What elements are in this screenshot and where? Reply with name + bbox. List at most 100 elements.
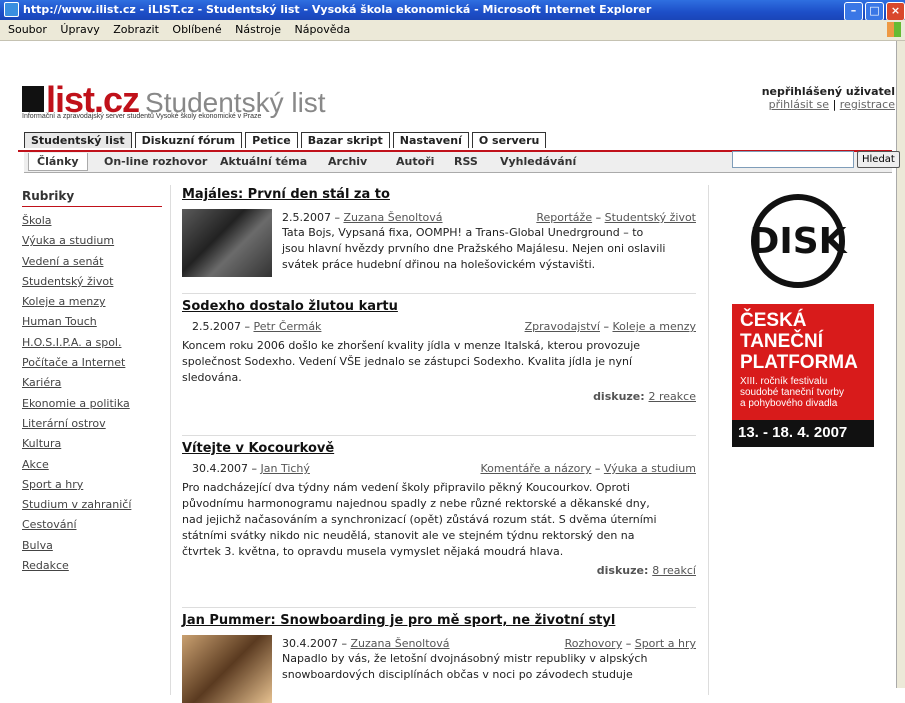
user-box: nepřihlášený uživatel přihlásit se | reg… bbox=[762, 85, 895, 111]
sidebar-item-human-touch[interactable]: Human Touch bbox=[22, 312, 162, 332]
category-link[interactable]: Reportáže bbox=[536, 211, 592, 224]
sidebar-item-skola[interactable]: Škola bbox=[22, 211, 162, 231]
right-column: DISK bbox=[726, 191, 848, 295]
sidebar-heading: Rubriky bbox=[22, 189, 162, 207]
author-link[interactable]: Zuzana Šenoltová bbox=[350, 637, 449, 650]
close-button[interactable]: × bbox=[886, 2, 905, 20]
menu-upravy[interactable]: Úpravy bbox=[60, 23, 99, 36]
tab-petice[interactable]: Petice bbox=[245, 132, 298, 148]
subtab-clanky[interactable]: Články bbox=[28, 153, 88, 171]
discussion: diskuze: 2 reakce bbox=[182, 390, 696, 403]
menu-nastroje[interactable]: Nástroje bbox=[235, 23, 281, 36]
subtab-rss[interactable]: RSS bbox=[454, 155, 478, 168]
category-link[interactable]: Výuka a studium bbox=[604, 462, 696, 475]
sidebar-item-hosipa[interactable]: H.O.S.I.P.A. a spol. bbox=[22, 333, 162, 353]
tab-nastaveni[interactable]: Nastavení bbox=[392, 132, 469, 148]
sidebar-item-vedeni[interactable]: Vedení a senát bbox=[22, 252, 162, 272]
window-title: http://www.ilist.cz - iLIST.cz - Student… bbox=[23, 3, 652, 16]
author-link[interactable]: Jan Tichý bbox=[260, 462, 309, 475]
article-thumbnail[interactable] bbox=[182, 209, 272, 277]
subtab-vyhledavani[interactable]: Vyhledávání bbox=[500, 155, 576, 168]
article: Jan Pummer: Snowboarding je pro mě sport… bbox=[182, 613, 696, 703]
sidebar-item-cestovani[interactable]: Cestování bbox=[22, 515, 162, 535]
separator: – bbox=[625, 637, 632, 650]
author-link[interactable]: Zuzana Šenoltová bbox=[343, 211, 442, 224]
maximize-button[interactable]: □ bbox=[865, 2, 884, 20]
tab-o-serveru[interactable]: O serveru bbox=[471, 132, 547, 148]
article-date: 30.4.2007 – bbox=[282, 637, 347, 650]
article-thumbnail[interactable] bbox=[182, 635, 272, 703]
ad-dates: 13. - 18. 4. 2007 bbox=[738, 424, 848, 441]
category-link[interactable]: Rozhovory bbox=[565, 637, 623, 650]
article-title[interactable]: Sodexho dostalo žlutou kartu bbox=[182, 299, 696, 314]
article-text-line: sledována. bbox=[182, 371, 242, 384]
menu-napoveda[interactable]: Nápověda bbox=[295, 23, 351, 36]
separator: – bbox=[603, 320, 609, 333]
menu-zobrazit[interactable]: Zobrazit bbox=[113, 23, 159, 36]
sidebar-item-sport[interactable]: Sport a hry bbox=[22, 475, 162, 495]
discussion-link[interactable]: 8 reakcí bbox=[652, 564, 696, 577]
category-link[interactable]: Zpravodajství bbox=[525, 320, 600, 333]
search-button[interactable]: Hledat bbox=[857, 151, 900, 168]
article-date: 2.5.2007 – bbox=[282, 211, 340, 224]
windows-logo-icon bbox=[887, 22, 901, 37]
author-link[interactable]: Petr Čermák bbox=[253, 320, 321, 333]
subtab-online-rozhovor[interactable]: On-line rozhovor bbox=[104, 155, 207, 168]
separator: | bbox=[832, 98, 837, 111]
ad-sub2: soudobé taneční tvorby bbox=[740, 387, 844, 398]
discussion: diskuze: 8 reakcí bbox=[182, 564, 696, 577]
category-link[interactable]: Komentáře a názory bbox=[480, 462, 591, 475]
tab-bazar-skript[interactable]: Bazar skript bbox=[300, 132, 390, 148]
sidebar-item-akce[interactable]: Akce bbox=[22, 455, 162, 475]
sidebar-item-ekonomie[interactable]: Ekonomie a politika bbox=[22, 394, 162, 414]
article-title[interactable]: Majáles: První den stál za to bbox=[182, 187, 696, 202]
article-text-line: jsou hlavní hvězdy prvního dne Pražského… bbox=[282, 242, 666, 255]
sidebar-item-studentsky-zivot[interactable]: Studentský život bbox=[22, 272, 162, 292]
article-title[interactable]: Jan Pummer: Snowboarding je pro mě sport… bbox=[182, 613, 696, 628]
menu-oblibene[interactable]: Oblíbené bbox=[172, 23, 221, 36]
login-link[interactable]: přihlásit se bbox=[769, 98, 829, 111]
discussion-link[interactable]: 2 reakce bbox=[649, 390, 696, 403]
user-status: nepřihlášený uživatel bbox=[761, 85, 895, 98]
menu-soubor[interactable]: Soubor bbox=[8, 23, 47, 36]
article-list: Majáles: První den stál za to 2.5.2007 –… bbox=[182, 187, 696, 703]
article-text-line: Tata Bojs, Vypsaná fixa, OOMPH! a Trans-… bbox=[282, 226, 644, 239]
category-link[interactable]: Koleje a menzy bbox=[612, 320, 696, 333]
category-link[interactable]: Studentský život bbox=[605, 211, 696, 224]
article-date: 2.5.2007 – bbox=[192, 320, 250, 333]
article-text-line: nad jejichž načasováním a synchronizací … bbox=[182, 513, 657, 526]
article-text-line: Napadlo by vás, že letošní dvojnásobný m… bbox=[282, 652, 648, 665]
sidebar-item-pocitace[interactable]: Počítače a Internet bbox=[22, 353, 162, 373]
article-text-line: snowboardových disciplínách občas v noci… bbox=[282, 668, 633, 681]
article-title[interactable]: Vítejte v Kocourkově bbox=[182, 441, 696, 456]
subtab-archiv[interactable]: Archiv bbox=[328, 155, 367, 168]
advertisement-banner[interactable]: ČESKÁ TANEČNÍ PLATFORMA XIII. ročník fes… bbox=[732, 304, 874, 447]
svg-text:DISK: DISK bbox=[749, 221, 847, 262]
article-text-line: Pro nadcházející dva týdny nám vedení šk… bbox=[182, 481, 630, 494]
discussion-label: diskuze: bbox=[593, 390, 645, 403]
search-input[interactable] bbox=[732, 151, 854, 168]
category-link[interactable]: Sport a hry bbox=[635, 637, 696, 650]
sidebar-item-kultura[interactable]: Kultura bbox=[22, 434, 162, 454]
window-titlebar: http://www.ilist.cz - iLIST.cz - Student… bbox=[0, 0, 905, 20]
article-text-line: svátek práce hudební dřinou na holešovic… bbox=[282, 258, 596, 271]
sidebar-item-vyuka[interactable]: Výuka a studium bbox=[22, 231, 162, 251]
tab-diskuzni-forum[interactable]: Diskuzní fórum bbox=[134, 132, 243, 148]
ad-sub1: XIII. ročník festivalu bbox=[740, 376, 828, 387]
sidebar-item-bulva[interactable]: Bulva bbox=[22, 536, 162, 556]
article: Majáles: První den stál za to 2.5.2007 –… bbox=[182, 187, 696, 299]
divider bbox=[182, 607, 696, 608]
sidebar-item-koleje[interactable]: Koleje a menzy bbox=[22, 292, 162, 312]
subtab-autori[interactable]: Autoři bbox=[396, 155, 434, 168]
tab-studentsky-list[interactable]: Studentský list bbox=[24, 132, 132, 148]
sidebar-item-redakce[interactable]: Redakce bbox=[22, 556, 162, 576]
minimize-button[interactable]: – bbox=[844, 2, 863, 20]
register-link[interactable]: registrace bbox=[840, 98, 895, 111]
ie-icon bbox=[4, 1, 19, 17]
sidebar-item-zahranici[interactable]: Studium v zahraničí bbox=[22, 495, 162, 515]
subtab-aktualni-tema[interactable]: Aktuální téma bbox=[220, 155, 307, 168]
sidebar-item-kariera[interactable]: Kariéra bbox=[22, 373, 162, 393]
sidebar-item-literarni[interactable]: Literární ostrov bbox=[22, 414, 162, 434]
disk-logo-icon[interactable]: DISK bbox=[748, 191, 848, 291]
logo-mark-icon bbox=[22, 86, 44, 112]
